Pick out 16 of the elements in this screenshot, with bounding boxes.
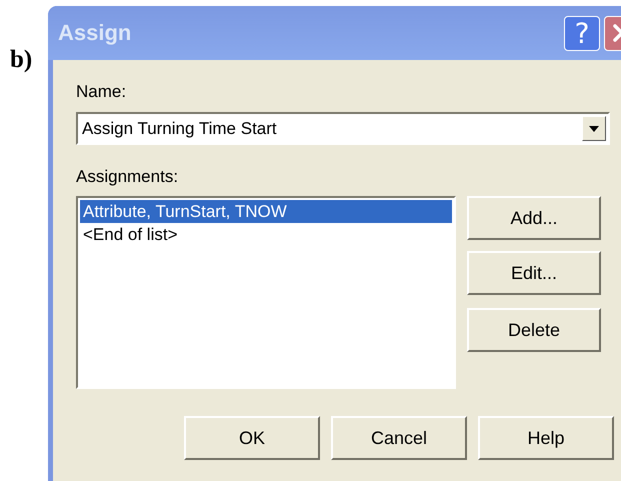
help-button[interactable]: ?	[564, 16, 600, 50]
action-button[interactable]: Edit...	[467, 251, 601, 295]
figure-label: b)	[10, 46, 32, 74]
action-button[interactable]: Delete	[467, 308, 601, 352]
name-dropdown[interactable]: Assign Turning Time Start	[76, 112, 610, 145]
caret-icon	[589, 126, 599, 132]
assignments-label: Assignments:	[76, 167, 178, 187]
dialog-button[interactable]: OK	[184, 416, 320, 460]
action-button[interactable]: Add...	[467, 196, 601, 240]
list-item[interactable]: <End of list>	[80, 223, 452, 246]
list-item[interactable]: Attribute, TurnStart, TNOW	[80, 200, 452, 223]
dialog-button[interactable]: Help	[478, 416, 614, 460]
dialog-button[interactable]: Cancel	[331, 416, 467, 460]
window-title: Assign	[58, 20, 132, 46]
name-label: Name:	[76, 82, 126, 102]
dropdown-button[interactable]	[582, 116, 606, 141]
